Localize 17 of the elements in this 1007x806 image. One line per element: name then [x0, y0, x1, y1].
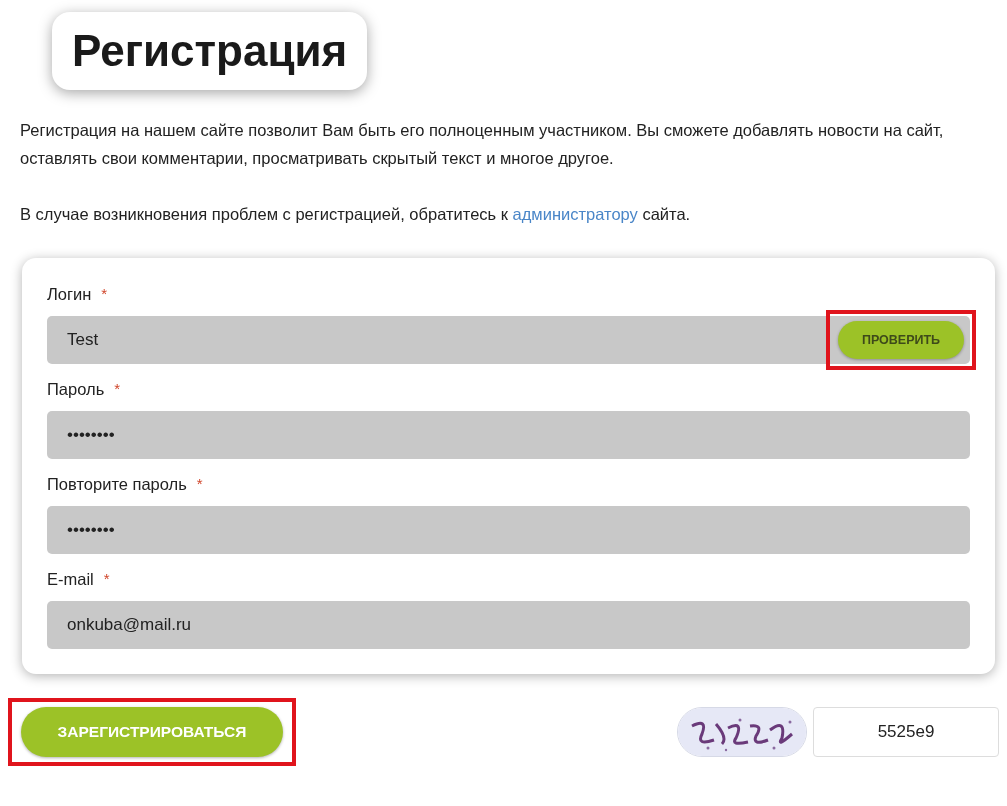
page-title: Регистрация	[52, 12, 368, 90]
email-field[interactable]: onkuba@mail.ru	[47, 601, 970, 649]
field-label: E-mail	[47, 569, 94, 590]
admin-link[interactable]: администратору	[512, 205, 638, 223]
captcha-field[interactable]: 5525e9	[813, 707, 999, 757]
field-label: Пароль	[47, 379, 105, 400]
required-mark: *	[101, 284, 108, 304]
field-label: Логин	[47, 284, 92, 305]
required-mark: *	[103, 569, 110, 589]
required-mark: *	[114, 379, 121, 399]
required-mark: *	[196, 474, 203, 494]
intro-paragraph: Регистрация на нашем сайте позволит Вам быть его полноценным участником. Вы сможете добавлять новости на сайт, оставлять свои комментарии, просматривать скрытый текст и многое другое.	[20, 120, 945, 169]
field-label: Повторите пароль	[47, 474, 187, 495]
help-text: В случае возникновения проблем с регистрацией, обратитесь к администратору сайта.	[20, 204, 692, 225]
password-field[interactable]: ••••••••	[47, 411, 970, 459]
check-button[interactable]: ПРОВЕРИТЬ	[838, 321, 964, 359]
password-field[interactable]: ••••••••	[47, 506, 970, 554]
